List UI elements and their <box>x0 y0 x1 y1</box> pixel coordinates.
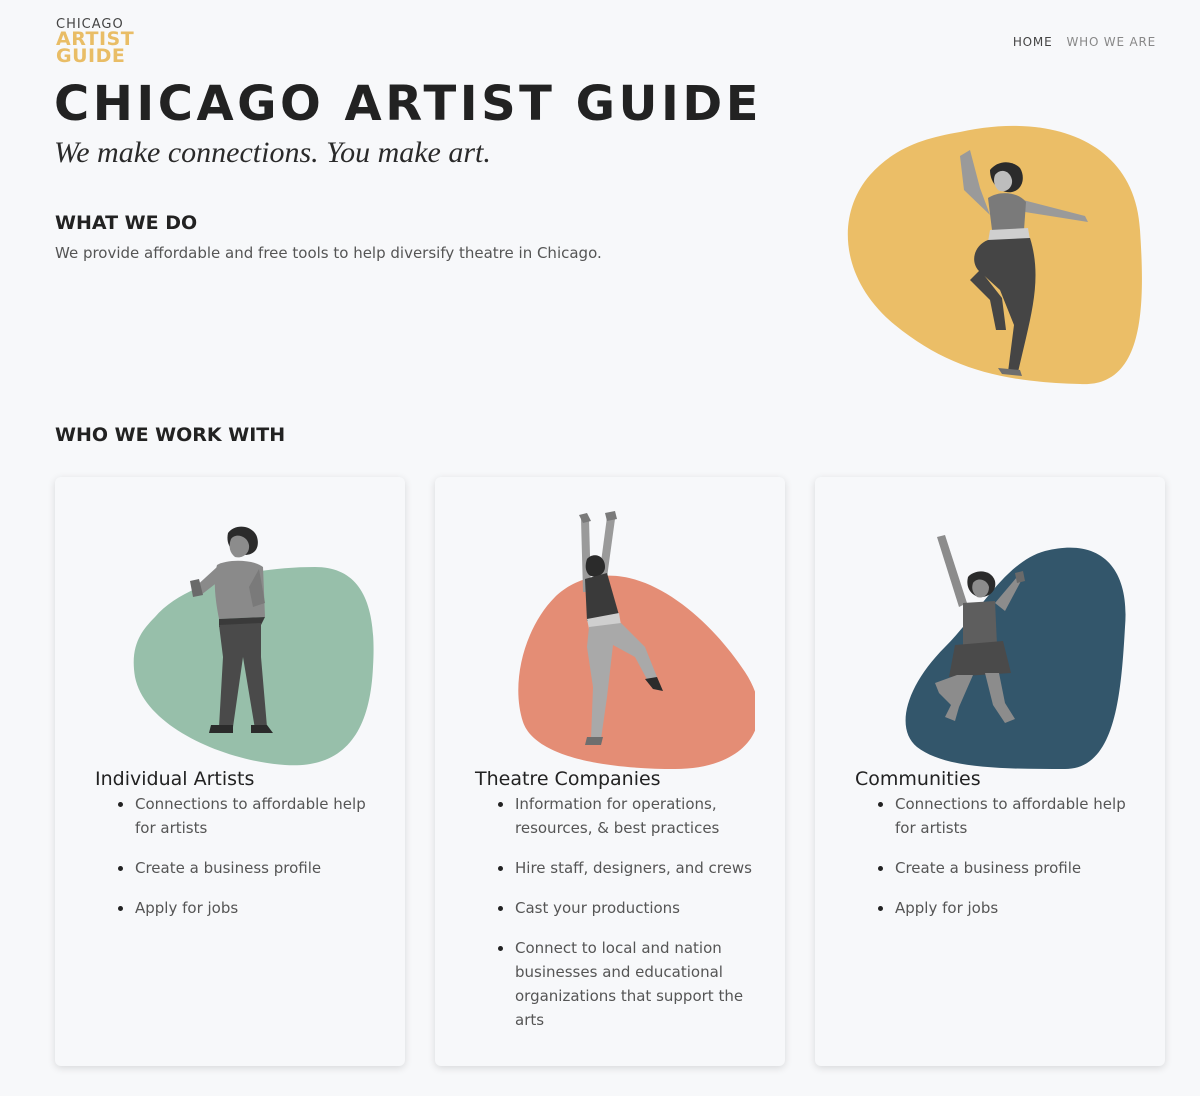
card-title: Theatre Companies <box>475 768 661 790</box>
who-we-work-with-heading: WHO WE WORK WITH <box>55 424 286 446</box>
list-item: Connect to local and nation businesses a… <box>498 936 765 1032</box>
list-item: Apply for jobs <box>118 896 385 920</box>
site-logo[interactable]: CHICAGO ARTIST GUIDE <box>56 18 134 66</box>
nav-home-link[interactable]: HOME <box>1013 35 1053 49</box>
card-communities: Communities Connections to affordable he… <box>815 477 1165 1066</box>
card-list: Information for operations, resources, &… <box>498 792 765 1048</box>
list-item: Apply for jobs <box>878 896 1145 920</box>
nav-who-we-are-link[interactable]: WHO WE ARE <box>1066 35 1156 49</box>
what-we-do-text: We provide affordable and free tools to … <box>55 244 602 262</box>
tagline: We make connections. You make art. <box>54 136 491 169</box>
list-item: Create a business profile <box>118 856 385 880</box>
logo-line-guide: GUIDE <box>56 45 126 68</box>
theatre-company-illustration <box>518 511 755 769</box>
list-item: Connections to affordable help for artis… <box>118 792 385 840</box>
list-item: Hire staff, designers, and crews <box>498 856 765 880</box>
list-item: Information for operations, resources, &… <box>498 792 765 840</box>
main-nav: HOME WHO WE ARE <box>1013 35 1156 49</box>
list-item: Create a business profile <box>878 856 1145 880</box>
card-list: Connections to affordable help for artis… <box>118 792 385 936</box>
individual-artist-illustration <box>133 526 374 766</box>
what-we-do-heading: WHAT WE DO <box>55 212 198 234</box>
list-item: Connections to affordable help for artis… <box>878 792 1145 840</box>
card-title: Communities <box>855 768 981 790</box>
card-individual-artists: Individual Artists Connections to afford… <box>55 477 405 1066</box>
card-list: Connections to affordable help for artis… <box>878 792 1145 936</box>
card-title: Individual Artists <box>95 768 255 790</box>
community-illustration <box>905 535 1126 769</box>
list-item: Cast your productions <box>498 896 765 920</box>
page-title: CHICAGO ARTIST GUIDE <box>54 76 762 132</box>
hero-dancer-illustration <box>847 125 1142 385</box>
card-theatre-companies: Theatre Companies Information for operat… <box>435 477 785 1066</box>
card-blob-coral <box>518 575 755 769</box>
